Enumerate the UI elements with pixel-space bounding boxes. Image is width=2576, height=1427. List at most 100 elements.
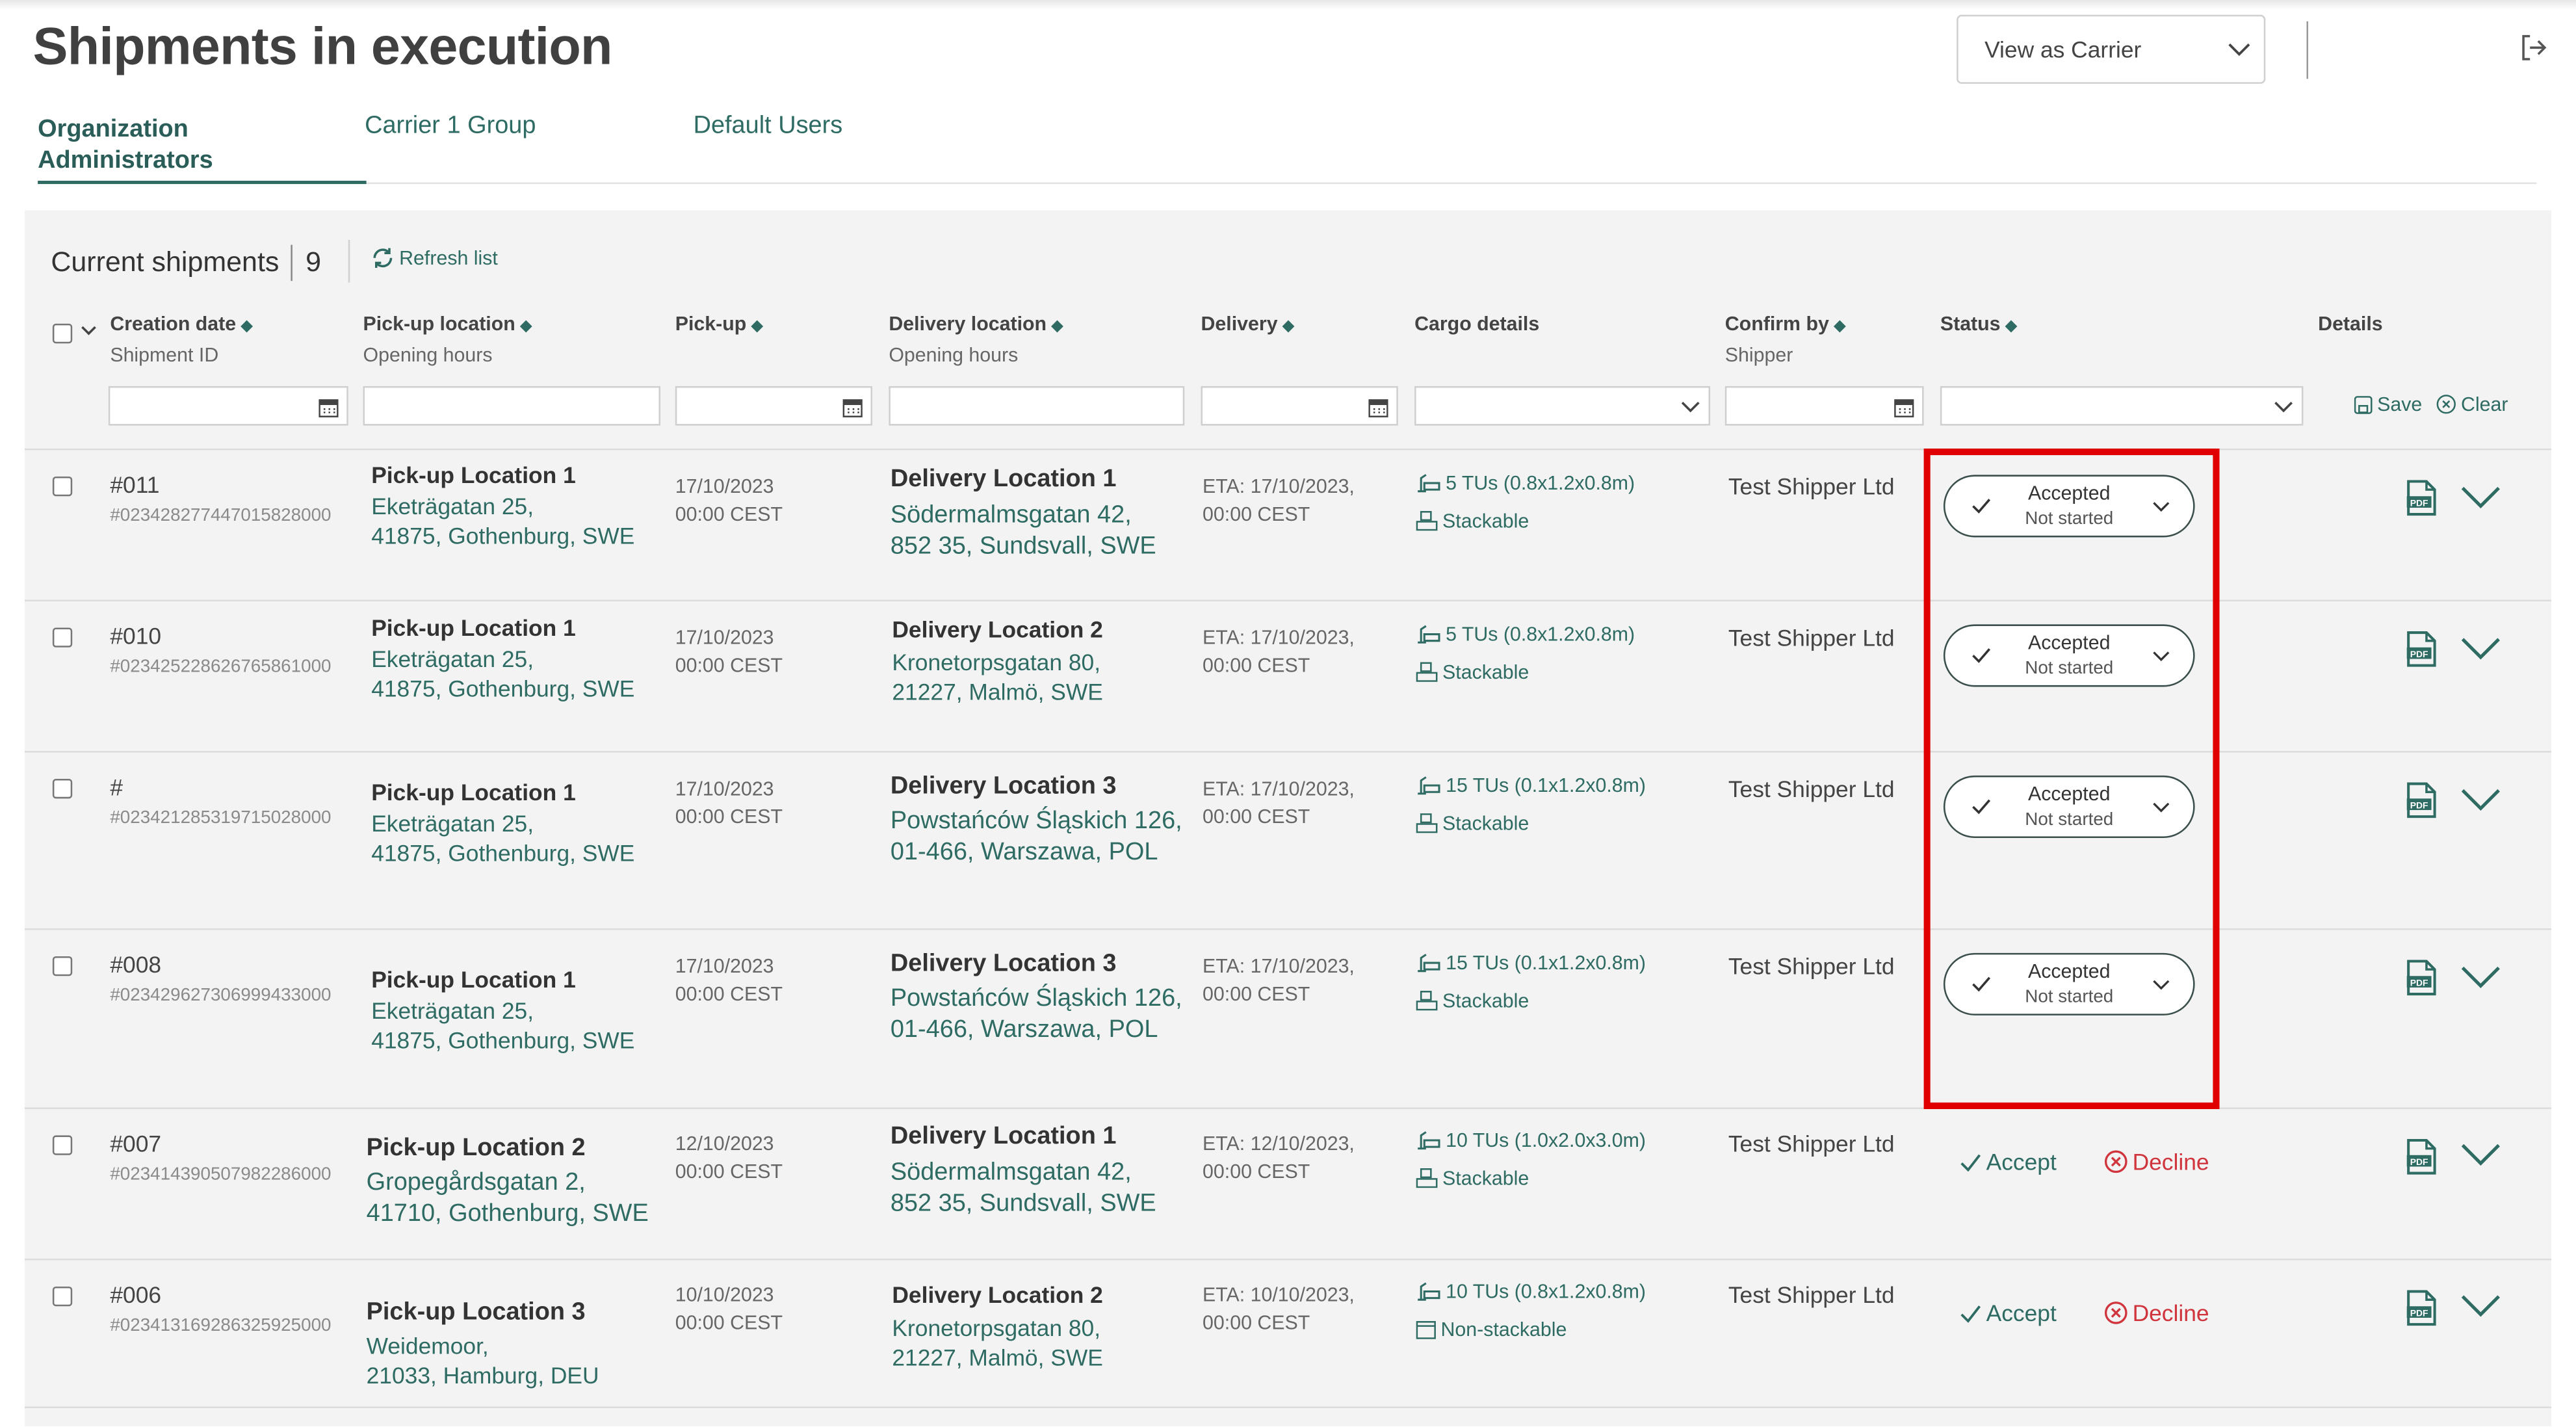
cargo-units[interactable]: 10 TUs (0.8x1.2x0.8m) — [1416, 1280, 1646, 1303]
current-shipments-label: Current shipments — [51, 246, 280, 278]
save-filter-button[interactable]: Save — [2354, 393, 2423, 416]
eta-time: 00:00 CEST — [1203, 653, 1310, 677]
eta-date: ETA: 17/10/2023, — [1203, 777, 1355, 800]
pdf-icon[interactable]: PDF — [2406, 480, 2436, 516]
eta-time: 00:00 CEST — [1203, 1160, 1310, 1183]
save-label: Save — [2377, 393, 2423, 416]
cargo-units[interactable]: 10 TUs (1.0x2.0x3.0m) — [1416, 1129, 1646, 1152]
column-header-confirm-by[interactable]: Confirm by ◆ — [1725, 312, 1845, 335]
column-header-cargo-details: Cargo details — [1414, 312, 1540, 335]
expand-row-icon[interactable] — [2461, 1144, 2501, 1166]
eta-time: 00:00 CEST — [1203, 1311, 1310, 1335]
cargo-text: 15 TUs (0.1x1.2x0.8m) — [1446, 774, 1646, 797]
pickup-time: 00:00 CEST — [675, 805, 783, 828]
svg-text:PDF: PDF — [2410, 497, 2428, 508]
row-checkbox[interactable] — [52, 778, 73, 799]
pickup-address[interactable]: Eketrägatan 25, 41875, Gothenburg, SWE — [371, 808, 634, 867]
stackable-icon — [1416, 662, 1438, 682]
row-checkbox[interactable] — [52, 627, 73, 648]
pdf-icon[interactable]: PDF — [2406, 631, 2436, 668]
column-header-status[interactable]: Status ◆ — [1940, 312, 2017, 335]
column-header-pickup-location[interactable]: Pick-up location ◆ — [363, 312, 532, 335]
row-checkbox[interactable] — [52, 956, 73, 976]
row-checkbox[interactable] — [52, 1135, 73, 1155]
address-line: Powstańców Śląskich 126, — [890, 806, 1182, 835]
shipment-number: #007 — [110, 1130, 162, 1157]
calendar-icon[interactable] — [1368, 398, 1388, 417]
cargo-units[interactable]: 5 TUs (0.8x1.2x0.8m) — [1416, 471, 1635, 495]
address-line: Eketrägatan 25, — [371, 810, 534, 837]
expand-row-icon[interactable] — [2461, 486, 2501, 509]
cargo-text: 15 TUs (0.1x1.2x0.8m) — [1446, 951, 1646, 975]
column-header-delivery[interactable]: Delivery ◆ — [1201, 312, 1294, 335]
decline-label: Decline — [2132, 1300, 2209, 1326]
view-as-select[interactable]: View as Carrier — [1957, 14, 2266, 84]
pdf-icon[interactable]: PDF — [2406, 782, 2436, 818]
pickup-location-name: Pick-up Location 1 — [371, 778, 576, 805]
cargo-text: 10 TUs (0.8x1.2x0.8m) — [1446, 1279, 1646, 1303]
column-label: Creation date — [110, 312, 237, 335]
calendar-icon[interactable] — [1894, 398, 1914, 417]
pickup-address[interactable]: Eketrägatan 25, 41875, Gothenburg, SWE — [371, 996, 634, 1055]
cargo-units[interactable]: 15 TUs (0.1x1.2x0.8m) — [1416, 774, 1646, 797]
tab-default-users[interactable]: Default Users — [694, 112, 843, 140]
pickup-date-filter[interactable] — [675, 386, 873, 426]
expand-row-icon[interactable] — [2461, 638, 2501, 661]
row-checkbox[interactable] — [52, 476, 73, 497]
expand-row-icon[interactable] — [2461, 789, 2501, 811]
accept-label: Accept — [1986, 1148, 2057, 1175]
delivery-address[interactable]: Powstańców Śląskich 126, 01-466, Warszawa… — [891, 982, 1182, 1045]
accept-button[interactable]: Accept — [1960, 1300, 2057, 1326]
pdf-icon[interactable]: PDF — [2406, 960, 2436, 996]
expand-row-icon[interactable] — [2461, 966, 2501, 989]
pickup-address[interactable]: Weidemoor, 21033, Hamburg, DEU — [367, 1331, 599, 1390]
address-line: 852 35, Sundsvall, SWE — [890, 1189, 1156, 1218]
delivery-address[interactable]: Södermalmsgatan 42, 852 35, Sundsvall, SW… — [891, 499, 1156, 562]
pickup-address[interactable]: Eketrägatan 25, 41875, Gothenburg, SWE — [371, 491, 634, 551]
tab-carrier-1-group[interactable]: Carrier 1 Group — [365, 112, 536, 140]
cargo-details-filter[interactable] — [1414, 386, 1711, 426]
pickup-date: 17/10/2023 — [675, 954, 774, 978]
confirm-by-filter[interactable] — [1724, 386, 1924, 426]
tabs-divider — [38, 182, 2537, 185]
delivery-date-filter[interactable] — [1201, 386, 1398, 426]
clear-icon — [2436, 395, 2456, 414]
calendar-icon[interactable] — [842, 398, 863, 417]
column-header-delivery-location[interactable]: Delivery location ◆ — [889, 312, 1063, 335]
select-all-checkbox[interactable] — [52, 323, 73, 344]
tab-organization-administrators[interactable]: Organization Administrators — [38, 113, 366, 176]
accept-button[interactable]: Accept — [1960, 1149, 2057, 1175]
shipper-name: Test Shipper Ltd — [1728, 624, 1895, 651]
pickup-address[interactable]: Gropegårdsgatan 2, 41710, Gothenburg, SWE — [367, 1166, 649, 1229]
decline-button[interactable]: Decline — [2104, 1300, 2209, 1326]
column-header-pickup[interactable]: Pick-up ◆ — [675, 312, 763, 335]
delivery-address[interactable]: Kronetorpsgatan 80, 21227, Malmö, SWE — [892, 648, 1102, 707]
logout-icon[interactable] — [2519, 33, 2548, 71]
delivery-eta: ETA: 17/10/2023, 00:00 CEST — [1203, 776, 1355, 831]
column-subheader-shipment-id: Shipment ID — [110, 343, 219, 367]
address-line: 41710, Gothenburg, SWE — [366, 1199, 649, 1227]
clear-filter-button[interactable]: Clear — [2436, 393, 2508, 415]
pdf-icon[interactable]: PDF — [2406, 1138, 2436, 1175]
cargo-units[interactable]: 15 TUs (0.1x1.2x0.8m) — [1416, 951, 1646, 975]
expand-row-icon[interactable] — [2461, 1295, 2501, 1318]
delivery-address[interactable]: Södermalmsgatan 42, 852 35, Sundsvall, SW… — [891, 1157, 1156, 1219]
delivery-address[interactable]: Powstańców Śląskich 126, 01-466, Warszawa… — [891, 805, 1182, 867]
creation-date-filter[interactable] — [108, 386, 348, 426]
pickup-address[interactable]: Eketrägatan 25, 41875, Gothenburg, SWE — [371, 644, 634, 703]
pdf-icon[interactable]: PDF — [2406, 1290, 2436, 1326]
calendar-icon[interactable] — [319, 398, 339, 417]
column-header-creation-date[interactable]: Creation date ◆ — [110, 312, 252, 335]
status-filter[interactable] — [1940, 386, 2304, 426]
row-checkbox[interactable] — [52, 1286, 73, 1307]
delivery-location-filter[interactable] — [889, 386, 1185, 426]
delivery-location-name: Delivery Location 2 — [892, 616, 1103, 643]
decline-button[interactable]: Decline — [2104, 1149, 2209, 1175]
pickup-location-name: Pick-up Location 1 — [371, 614, 576, 641]
chevron-down-icon[interactable] — [81, 325, 97, 337]
refresh-list-button[interactable]: Refresh list — [371, 246, 498, 269]
pickup-location-filter[interactable] — [363, 386, 661, 426]
delivery-address[interactable]: Kronetorpsgatan 80, 21227, Malmö, SWE — [892, 1313, 1102, 1372]
cargo-units[interactable]: 5 TUs (0.8x1.2x0.8m) — [1416, 623, 1635, 646]
column-label: Delivery — [1201, 312, 1278, 335]
